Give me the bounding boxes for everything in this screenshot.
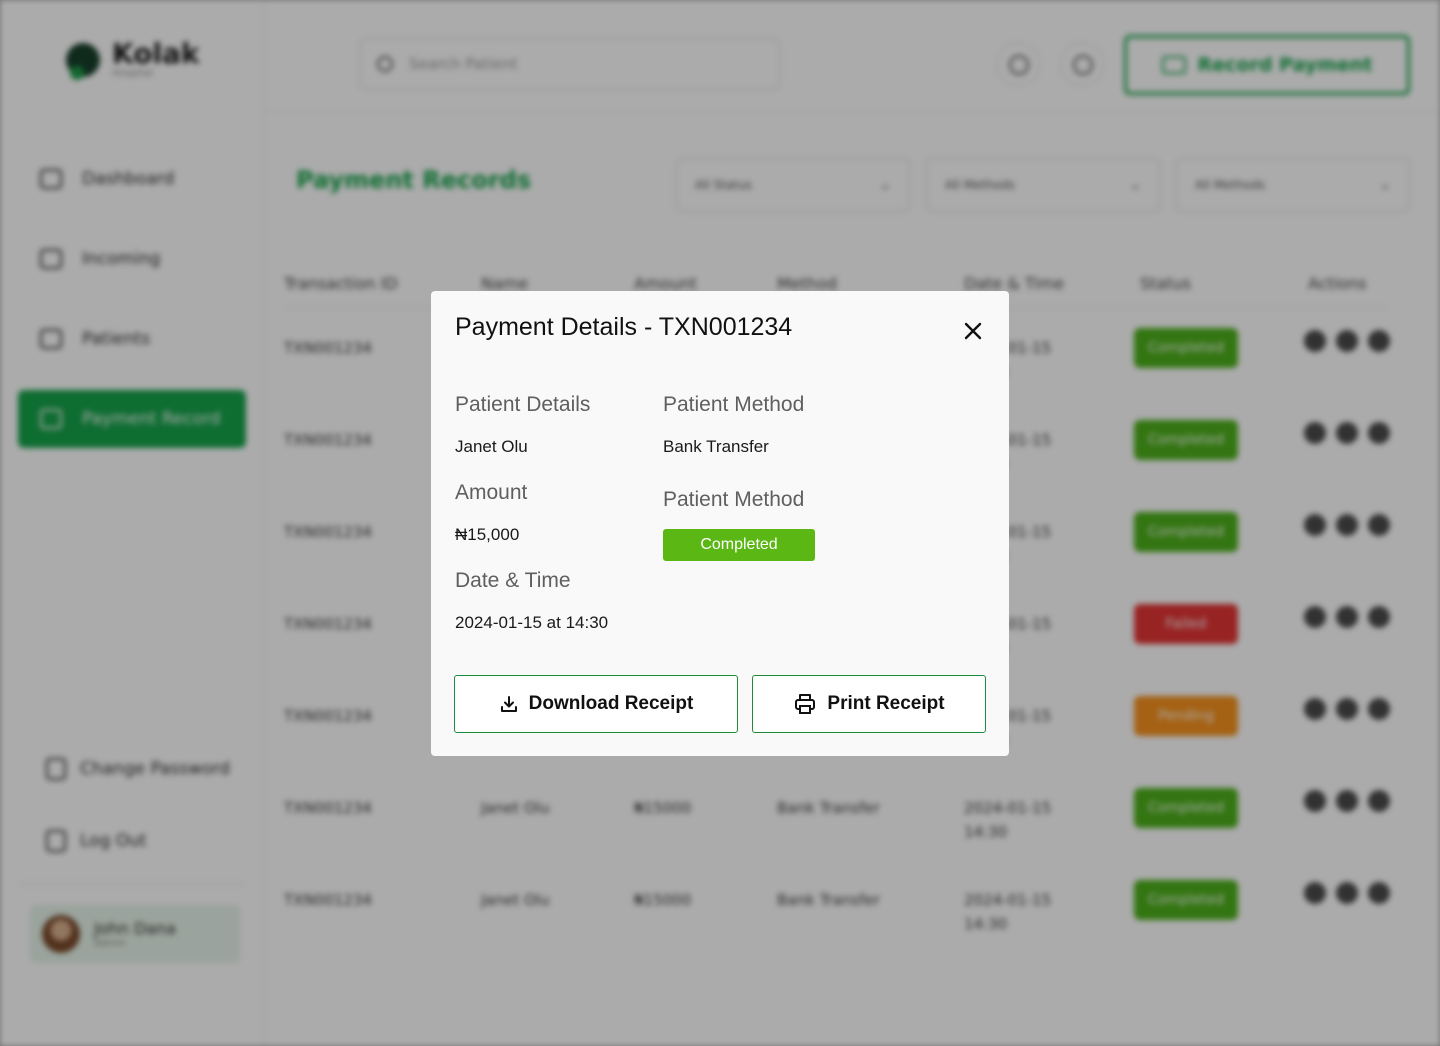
print-receipt-button[interactable]: Print Receipt bbox=[752, 675, 986, 733]
status-badge: Completed bbox=[663, 529, 815, 561]
download-receipt-button[interactable]: Download Receipt bbox=[454, 675, 738, 733]
datetime-value: 2024-01-15 at 14:30 bbox=[455, 613, 609, 632]
patient-details-label: Patient Details bbox=[455, 393, 591, 416]
patient-name-value: Janet Olu bbox=[455, 437, 528, 456]
payment-method-label: Patient Method bbox=[663, 393, 805, 416]
status-label: Patient Method bbox=[663, 488, 805, 511]
download-icon bbox=[500, 696, 517, 712]
print-receipt-label: Print Receipt bbox=[827, 693, 945, 714]
amount-value: ₦15,000 bbox=[455, 525, 520, 544]
printer-icon bbox=[795, 694, 816, 714]
close-button[interactable] bbox=[961, 319, 985, 343]
amount-label: Amount bbox=[455, 481, 528, 504]
payment-method-value: Bank Transfer bbox=[663, 437, 769, 456]
modal-title: Payment Details - TXN001234 bbox=[455, 313, 793, 341]
close-icon bbox=[964, 322, 982, 340]
download-receipt-label: Download Receipt bbox=[528, 693, 694, 714]
payment-details-modal: Payment Details - TXN001234 Patient Deta… bbox=[431, 291, 1009, 756]
datetime-label: Date & Time bbox=[455, 569, 571, 592]
